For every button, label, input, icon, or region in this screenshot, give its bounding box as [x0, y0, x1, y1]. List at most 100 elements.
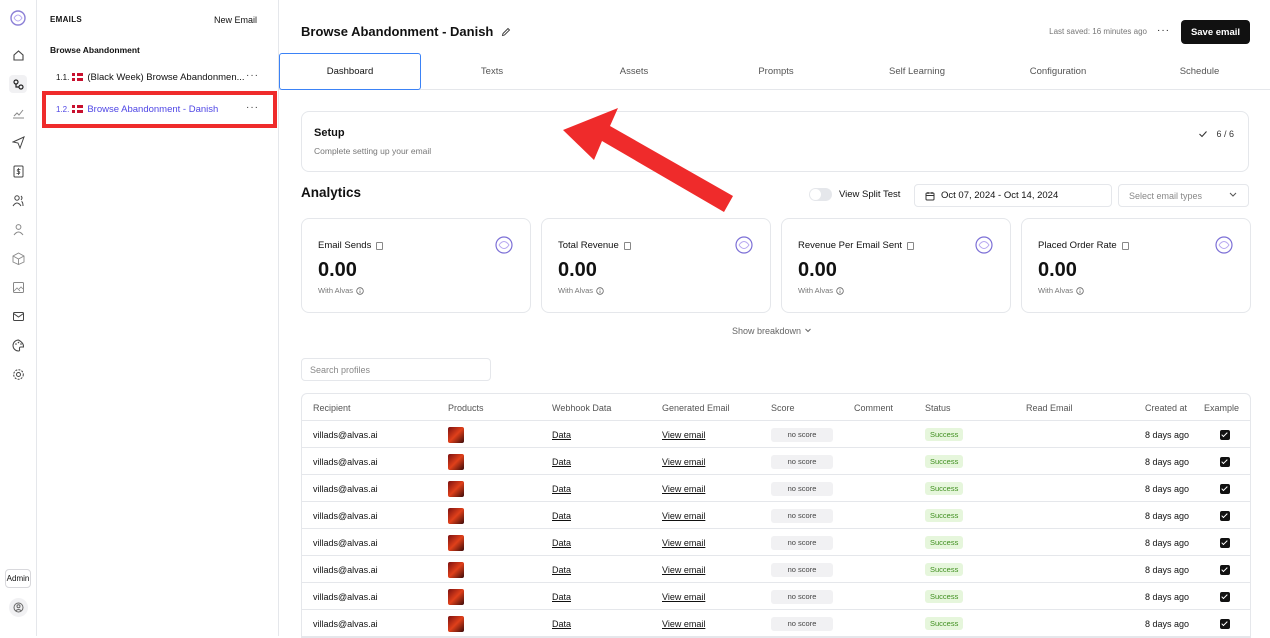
column-header-products[interactable]: Products: [448, 394, 484, 421]
package-icon[interactable]: [9, 249, 27, 267]
view-email-link[interactable]: View email: [662, 502, 705, 529]
tab-schedule[interactable]: Schedule: [1129, 53, 1270, 90]
info-icon[interactable]: [1076, 286, 1084, 295]
column-header-read-email[interactable]: Read Email: [1026, 394, 1073, 421]
example-checkbox[interactable]: [1220, 529, 1230, 556]
product-thumbnail[interactable]: [448, 475, 464, 502]
product-image[interactable]: [448, 588, 464, 605]
column-header-generated-email[interactable]: Generated Email: [662, 394, 730, 421]
column-header-comment[interactable]: Comment: [854, 394, 893, 421]
home-icon[interactable]: [9, 46, 27, 64]
setup-panel[interactable]: Setup Complete setting up your email 6 /…: [301, 111, 1249, 172]
column-header-status[interactable]: Status: [925, 394, 951, 421]
tab-assets[interactable]: Assets: [563, 53, 705, 90]
checkbox-checked-icon[interactable]: [1220, 591, 1230, 602]
split-test-toggle[interactable]: View Split Test: [809, 188, 900, 201]
image-icon[interactable]: [9, 278, 27, 296]
document-icon[interactable]: [376, 241, 384, 250]
table-row[interactable]: villads@alvas.ai Data View email no scor…: [302, 556, 1250, 583]
view-email-link[interactable]: View email: [662, 421, 705, 448]
table-row[interactable]: villads@alvas.ai Data View email no scor…: [302, 583, 1250, 610]
webhook-data-link[interactable]: Data: [552, 583, 571, 610]
info-icon[interactable]: [836, 286, 844, 295]
product-thumbnail[interactable]: [448, 610, 464, 637]
column-header-recipient[interactable]: Recipient: [313, 394, 351, 421]
webhook-data-link[interactable]: Data: [552, 502, 571, 529]
table-row[interactable]: villads@alvas.ai Data View email no scor…: [302, 421, 1250, 448]
example-checkbox[interactable]: [1220, 475, 1230, 502]
email-item-more-button[interactable]: ···: [246, 70, 259, 81]
admin-badge[interactable]: Admin: [5, 569, 31, 588]
column-header-created-at[interactable]: Created at: [1145, 394, 1187, 421]
checkbox-checked-icon[interactable]: [1220, 618, 1230, 629]
email-types-select[interactable]: Select email types: [1118, 184, 1249, 207]
save-email-button[interactable]: Save email: [1181, 20, 1250, 44]
info-icon[interactable]: [356, 286, 364, 295]
example-checkbox[interactable]: [1220, 610, 1230, 637]
example-checkbox[interactable]: [1220, 583, 1230, 610]
product-thumbnail[interactable]: [448, 583, 464, 610]
webhook-data-link[interactable]: Data: [552, 421, 571, 448]
product-image[interactable]: [448, 507, 464, 524]
analytics-icon[interactable]: [9, 104, 27, 122]
checkbox-checked-icon[interactable]: [1220, 564, 1230, 575]
checkbox-checked-icon[interactable]: [1220, 456, 1230, 467]
product-thumbnail[interactable]: [448, 529, 464, 556]
product-image[interactable]: [448, 561, 464, 578]
column-header-example[interactable]: Example: [1204, 394, 1239, 421]
tab-configuration[interactable]: Configuration: [987, 53, 1129, 90]
toggle-switch[interactable]: [809, 188, 832, 201]
table-row[interactable]: villads@alvas.ai Data View email no scor…: [302, 502, 1250, 529]
view-email-link[interactable]: View email: [662, 448, 705, 475]
product-image[interactable]: [448, 426, 464, 443]
product-thumbnail[interactable]: [448, 502, 464, 529]
tab-prompts[interactable]: Prompts: [705, 53, 847, 90]
dollar-icon[interactable]: [9, 162, 27, 180]
view-email-link[interactable]: View email: [662, 583, 705, 610]
email-item-1[interactable]: 1.1. (Black Week) Browse Abandonmen... ·…: [45, 64, 271, 90]
example-checkbox[interactable]: [1220, 421, 1230, 448]
date-range-picker[interactable]: Oct 07, 2024 - Oct 14, 2024: [914, 184, 1112, 207]
example-checkbox[interactable]: [1220, 448, 1230, 475]
info-icon[interactable]: [596, 286, 604, 295]
product-image[interactable]: [448, 480, 464, 497]
users-icon[interactable]: [9, 191, 27, 209]
header-more-button[interactable]: ···: [1157, 25, 1170, 36]
product-thumbnail[interactable]: [448, 556, 464, 583]
webhook-data-link[interactable]: Data: [552, 475, 571, 502]
mail-icon[interactable]: [9, 307, 27, 325]
table-row[interactable]: villads@alvas.ai Data View email no scor…: [302, 529, 1250, 556]
document-icon[interactable]: [907, 241, 915, 250]
pencil-icon[interactable]: [501, 27, 511, 37]
palette-icon[interactable]: [9, 336, 27, 354]
account-avatar[interactable]: [9, 598, 28, 617]
example-checkbox[interactable]: [1220, 502, 1230, 529]
product-thumbnail[interactable]: [448, 448, 464, 475]
document-icon[interactable]: [623, 241, 631, 250]
product-image[interactable]: [448, 534, 464, 551]
view-email-link[interactable]: View email: [662, 529, 705, 556]
view-email-link[interactable]: View email: [662, 556, 705, 583]
tab-dashboard[interactable]: Dashboard: [279, 53, 421, 90]
flows-icon[interactable]: [9, 75, 27, 93]
checkbox-checked-icon[interactable]: [1220, 510, 1230, 521]
example-checkbox[interactable]: [1220, 556, 1230, 583]
send-icon[interactable]: [9, 133, 27, 151]
document-icon[interactable]: [1121, 241, 1129, 250]
logo-icon[interactable]: [9, 9, 27, 27]
view-email-link[interactable]: View email: [662, 610, 705, 637]
product-image[interactable]: [448, 453, 464, 470]
new-email-button[interactable]: New Email: [214, 15, 257, 25]
webhook-data-link[interactable]: Data: [552, 556, 571, 583]
checkbox-checked-icon[interactable]: [1220, 537, 1230, 548]
checkbox-checked-icon[interactable]: [1220, 483, 1230, 494]
table-row[interactable]: villads@alvas.ai Data View email no scor…: [302, 475, 1250, 502]
user-icon[interactable]: [9, 220, 27, 238]
tab-self-learning[interactable]: Self Learning: [847, 53, 987, 90]
checkbox-checked-icon[interactable]: [1220, 429, 1230, 440]
column-header-score[interactable]: Score: [771, 394, 795, 421]
table-row[interactable]: villads@alvas.ai Data View email no scor…: [302, 610, 1250, 637]
column-header-webhook-data[interactable]: Webhook Data: [552, 394, 611, 421]
product-thumbnail[interactable]: [448, 421, 464, 448]
webhook-data-link[interactable]: Data: [552, 529, 571, 556]
